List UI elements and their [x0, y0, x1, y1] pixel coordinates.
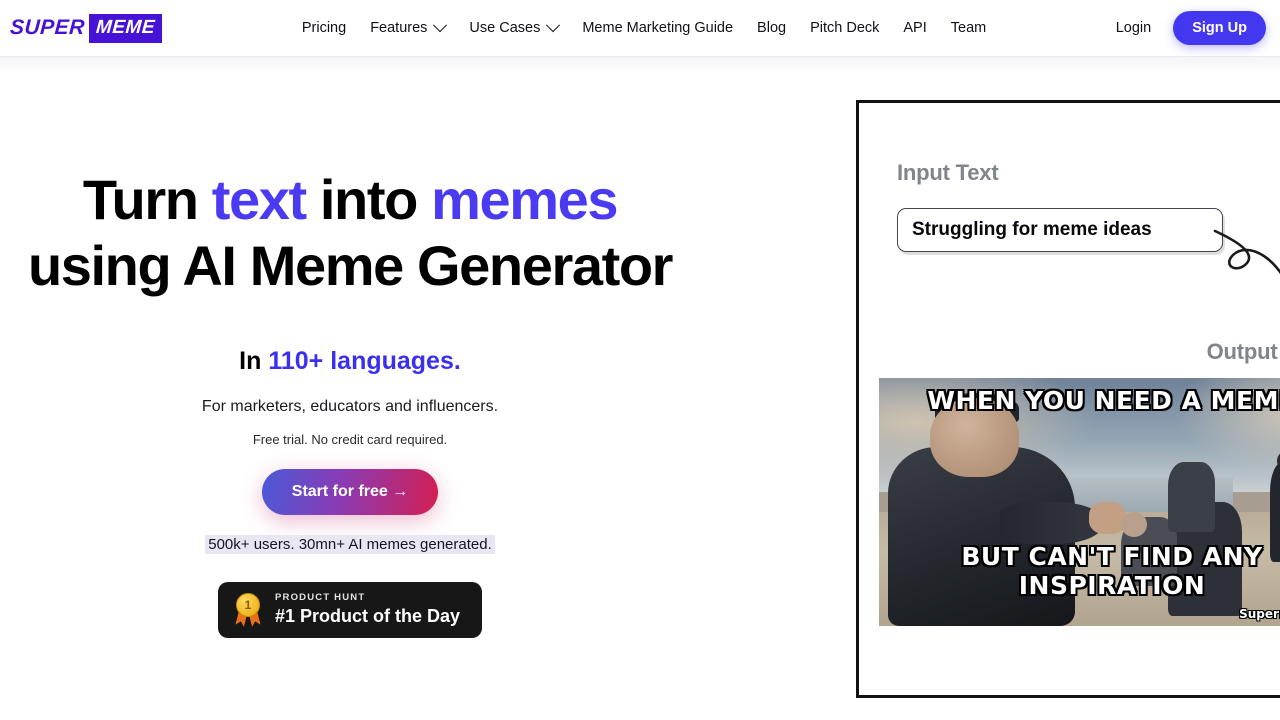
nav-item-api[interactable]: API — [903, 20, 926, 36]
product-hunt-kicker: PRODUCT HUNT — [274, 592, 366, 604]
logo-badge-meme: MEME — [88, 13, 162, 43]
meme-figure-hand — [1088, 502, 1126, 535]
headline-part-3: using AI Meme Generator — [27, 234, 673, 298]
languages-line: In 110+ languages. — [0, 347, 700, 376]
nav-label-pitch-deck: Pitch Deck — [810, 20, 880, 36]
sign-up-button[interactable]: Sign Up — [1173, 11, 1266, 45]
languages-count: 110+ languages. — [268, 347, 461, 376]
nav-item-use-cases[interactable]: Use Cases — [469, 18, 561, 36]
meme-watermark: Supermeme.ai — [1239, 607, 1280, 621]
product-hunt-title: #1 Product of the Day — [274, 606, 461, 627]
output-meme-image: WHEN YOU NEED A MEME BUT CAN'T FIND ANY … — [879, 378, 1280, 626]
logo[interactable]: SUPER MEME — [9, 13, 162, 43]
medal-icon: 1 — [234, 592, 262, 627]
site-header: SUPER MEME Pricing Features Use Cases Me… — [0, 0, 1280, 57]
start-for-free-button[interactable]: Start for free → — [261, 469, 439, 516]
demo-panel: Input Text Struggling for meme ideas Out… — [856, 100, 1280, 698]
hero-section: Turn text into memes using AI Meme Gener… — [0, 57, 700, 720]
nav-label-pricing: Pricing — [301, 20, 347, 36]
chevron-down-icon — [546, 18, 561, 33]
languages-prefix: In — [239, 347, 269, 376]
meme-bottom-text: BUT CAN'T FIND ANY INSPIRATION — [961, 542, 1263, 600]
nav-item-meme-marketing-guide[interactable]: Meme Marketing Guide — [582, 20, 733, 36]
page-title: Turn text into memes using AI Meme Gener… — [0, 167, 700, 299]
headline-part-1: Turn — [82, 168, 212, 231]
headline-accent-memes: memes — [431, 168, 618, 231]
cta-container: Start for free → — [0, 469, 700, 516]
logo-text-super: SUPER — [9, 16, 86, 39]
meme-figure-standing-back — [1167, 462, 1215, 532]
nav-label-api: API — [903, 20, 927, 36]
trial-note: Free trial. No credit card required. — [252, 432, 448, 448]
nav-item-pitch-deck[interactable]: Pitch Deck — [810, 20, 879, 36]
meme-prompt-input[interactable]: Struggling for meme ideas — [897, 208, 1223, 252]
nav-label-team: Team — [950, 20, 987, 36]
meme-figure-arm — [1000, 502, 1103, 545]
nav-item-features[interactable]: Features — [370, 18, 448, 36]
meme-top-text: WHEN YOU NEED A MEME — [927, 386, 1280, 415]
nav-label-features: Features — [370, 20, 428, 36]
output-meme-label: Output Meme — [1206, 339, 1280, 364]
header-actions: Login Sign Up — [1116, 11, 1266, 45]
nav-item-pricing[interactable]: Pricing — [302, 20, 346, 36]
logo-text-meme: MEME — [95, 16, 156, 38]
nav-item-blog[interactable]: Blog — [757, 20, 786, 36]
demo-column: Input Text Struggling for meme ideas Out… — [700, 57, 1280, 720]
login-link[interactable]: Login — [1116, 20, 1151, 36]
nav-label-blog: Blog — [757, 20, 787, 36]
stats-text: 500k+ users. 30mn+ AI memes generated. — [205, 535, 495, 555]
product-hunt-badge[interactable]: 1 PRODUCT HUNT #1 Product of the Day — [217, 582, 483, 639]
nav-item-team[interactable]: Team — [951, 20, 986, 36]
medal-rank: 1 — [235, 592, 260, 617]
primary-navigation: Pricing Features Use Cases Meme Marketin… — [302, 18, 986, 36]
stats-container: 500k+ users. 30mn+ AI memes generated. — [0, 535, 700, 555]
headline-accent-text: text — [211, 168, 307, 231]
chevron-down-icon — [433, 18, 448, 33]
main-content: Turn text into memes using AI Meme Gener… — [0, 57, 1280, 720]
nav-label-meme-marketing-guide: Meme Marketing Guide — [582, 20, 734, 36]
product-hunt-container: 1 PRODUCT HUNT #1 Product of the Day — [0, 582, 700, 639]
audience-line: For marketers, educators and influencers… — [201, 398, 499, 416]
meme-figure-bending-head — [1121, 511, 1147, 537]
demo-panel-inner: Input Text Struggling for meme ideas Out… — [859, 103, 1280, 695]
input-text-label: Input Text — [897, 160, 999, 185]
nav-label-use-cases: Use Cases — [469, 20, 541, 36]
curly-arrow-icon — [1213, 229, 1280, 275]
headline-part-2: into — [305, 168, 432, 231]
product-hunt-texts: PRODUCT HUNT #1 Product of the Day — [275, 592, 460, 627]
